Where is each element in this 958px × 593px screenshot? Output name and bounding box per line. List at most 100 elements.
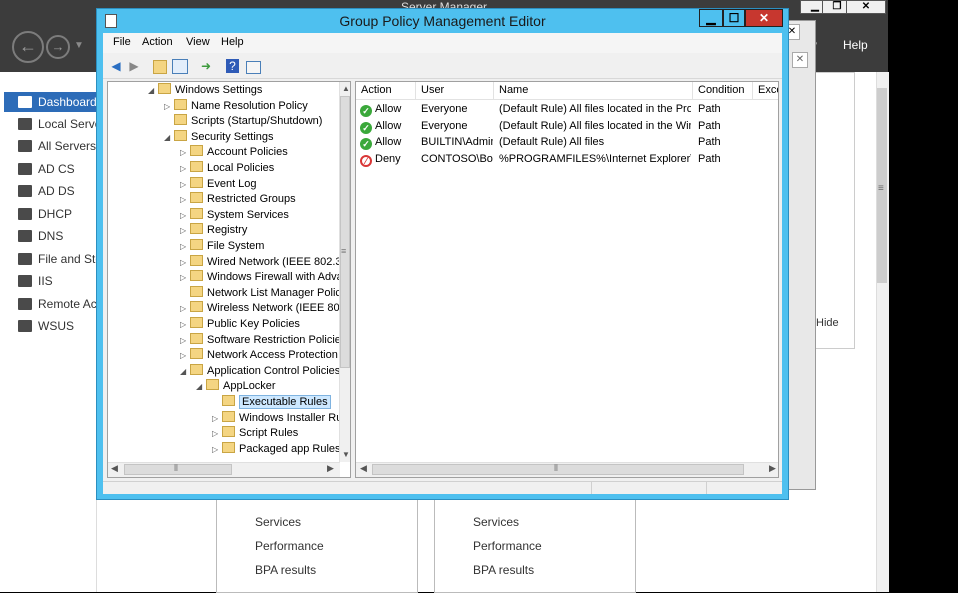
tree-node[interactable]: ▷ File System — [180, 239, 264, 255]
scroll-down-icon[interactable]: ▼ — [342, 450, 350, 459]
nav-item-local-server[interactable]: Local Server — [4, 114, 98, 134]
maximize-button[interactable]: ☐ — [723, 9, 745, 27]
menu-help[interactable]: Help — [843, 38, 868, 52]
nav-item-dhcp[interactable]: DHCP — [4, 204, 98, 224]
tree-node[interactable]: ▷ Packaged app Rules — [212, 441, 341, 458]
tile-services[interactable]: Services — [473, 515, 519, 529]
collapsed-arrow-icon[interactable]: ▷ — [180, 333, 190, 348]
nav-item-ad-cs[interactable]: AD CS — [4, 159, 98, 179]
menu-file[interactable]: File — [113, 36, 131, 48]
collapsed-arrow-icon[interactable]: ▷ — [212, 411, 222, 426]
table-row[interactable]: ⁄ Deny CONTOSO\Bob %PROGRAMFILES%\Internet … — [356, 151, 778, 167]
help-icon[interactable]: ? — [226, 59, 239, 73]
console-tree[interactable]: ◢ Windows Settings ▷ Name Resolution Policy… — [107, 81, 351, 478]
tree-node[interactable]: Executable Rules — [212, 395, 331, 411]
scroll-right-icon[interactable]: ▶ — [769, 463, 776, 474]
collapsed-arrow-icon[interactable]: ▷ — [180, 192, 190, 207]
menu-action[interactable]: Action — [142, 36, 173, 48]
scrollbar-thumb[interactable] — [124, 464, 232, 475]
tree-node[interactable]: ◢ Windows Settings — [148, 83, 262, 99]
tile-performance[interactable]: Performance — [473, 539, 542, 553]
column-header-condition[interactable]: Condition — [693, 82, 753, 100]
tree-node[interactable]: ◢ Application Control Policies — [180, 363, 340, 380]
chevron-down-icon[interactable]: ▼ — [74, 40, 84, 51]
scroll-up-icon[interactable]: ▲ — [342, 84, 350, 93]
expanded-arrow-icon[interactable]: ◢ — [180, 364, 190, 379]
collapsed-arrow-icon[interactable]: ▷ — [180, 208, 190, 223]
nav-item-remote-access[interactable]: Remote Access — [4, 294, 98, 314]
table-row[interactable]: ✓Allow BUILTIN\Administrators (Default Rul… — [356, 134, 778, 150]
table-row[interactable]: ✓ Allow Everyone (Default Rule) All files l… — [356, 118, 778, 134]
collapsed-arrow-icon[interactable]: ▷ — [180, 270, 190, 285]
tree-node[interactable]: ▷ Network Access Protection — [180, 348, 338, 364]
tree-node[interactable]: ▷ Event Log — [180, 176, 257, 193]
tree-node[interactable]: Scripts (Startup/Shutdown) — [164, 114, 322, 130]
collapsed-arrow-icon[interactable]: ▷ — [180, 239, 190, 254]
tree-node[interactable]: ▷ Software Restriction Policies — [180, 332, 346, 349]
tree-node[interactable]: ◢ Security Settings — [164, 129, 274, 146]
minimize-button[interactable]: ▁ — [699, 9, 723, 27]
tree-node[interactable]: ▷ Windows Installer Rules — [212, 410, 350, 427]
column-header-exceptions[interactable]: Exceptions — [753, 82, 778, 100]
up-folder-icon[interactable] — [153, 60, 167, 74]
expanded-arrow-icon[interactable]: ◢ — [164, 130, 174, 145]
tile-bpa-results[interactable]: BPA results — [473, 563, 534, 577]
close-icon[interactable]: ✕ — [792, 52, 808, 68]
nav-item-iis[interactable]: IIS — [4, 271, 98, 291]
nav-item-wsus[interactable]: WSUS — [4, 316, 98, 336]
collapsed-arrow-icon[interactable]: ▷ — [180, 255, 190, 270]
rules-list[interactable]: Action User Name Condition Exceptions ✓A… — [355, 81, 779, 478]
scrollbar-thumb[interactable] — [340, 96, 350, 368]
forward-arrow-icon[interactable]: → — [46, 35, 70, 59]
back-arrow-icon[interactable]: ← — [12, 31, 44, 63]
tree-node[interactable]: ◢ AppLocker — [196, 379, 276, 395]
tree-node[interactable]: ▷ Local Policies — [180, 161, 274, 177]
scroll-right-icon[interactable]: ▶ — [327, 463, 334, 474]
nav-item-dashboard[interactable]: Dashboard — [4, 92, 98, 112]
menu-help[interactable]: Help — [221, 36, 244, 48]
nav-item-dns[interactable]: DNS — [4, 226, 98, 246]
show-tree-icon[interactable] — [172, 59, 188, 74]
scroll-left-icon[interactable]: ◀ — [360, 463, 367, 474]
scrollbar-thumb[interactable] — [372, 464, 744, 475]
collapsed-arrow-icon[interactable]: ▷ — [164, 99, 174, 114]
tree-node[interactable]: ▷ Name Resolution Policy — [164, 98, 308, 115]
collapsed-arrow-icon[interactable]: ▷ — [212, 442, 222, 457]
export-icon[interactable]: ➜ — [198, 58, 214, 74]
collapsed-arrow-icon[interactable]: ▷ — [180, 317, 190, 332]
tile-services[interactable]: Services — [255, 515, 301, 529]
tree-node[interactable]: ▷ Restricted Groups — [180, 192, 296, 208]
menu-view[interactable]: View — [186, 36, 210, 48]
collapsed-arrow-icon[interactable]: ▷ — [180, 145, 190, 160]
tree-node[interactable]: Network List Manager Policies — [180, 285, 350, 302]
tree-node[interactable]: ▷ Wireless Network (IEEE 802.11) — [180, 301, 350, 317]
table-row[interactable]: ✓ Allow Everyone (Default Rule) All files l… — [356, 101, 778, 117]
properties-icon[interactable] — [246, 61, 261, 74]
column-header-user[interactable]: User — [416, 82, 494, 100]
tree-node[interactable]: ▷ Windows Firewall with Advanced Security — [180, 270, 350, 286]
nav-item-ad-ds[interactable]: AD DS — [4, 181, 98, 201]
forward-icon[interactable]: ▶ — [126, 58, 142, 74]
tree-node[interactable]: ▷ Wired Network (IEEE 802.3) — [180, 254, 345, 271]
tree-node[interactable]: ▷ Registry — [180, 223, 247, 239]
nav-item-file-storage[interactable]: File and Storage Services — [4, 249, 98, 269]
tile-bpa-results[interactable]: BPA results — [255, 563, 316, 577]
back-icon[interactable]: ◀ — [108, 58, 124, 74]
close-button[interactable]: ✕ — [846, 0, 886, 14]
nav-item-all-servers[interactable]: All Servers — [4, 136, 98, 156]
collapsed-arrow-icon[interactable]: ▷ — [180, 161, 190, 176]
expanded-arrow-icon[interactable]: ◢ — [148, 83, 158, 98]
collapsed-arrow-icon[interactable]: ▷ — [180, 301, 190, 316]
tree-node[interactable]: ▷ Script Rules — [212, 426, 298, 442]
tree-node[interactable]: ▷ Account Policies — [180, 145, 288, 161]
tile-performance[interactable]: Performance — [255, 539, 324, 553]
expanded-arrow-icon[interactable]: ◢ — [196, 379, 206, 394]
close-button[interactable]: ✕ — [745, 9, 783, 27]
hide-link[interactable]: Hide — [816, 317, 839, 329]
collapsed-arrow-icon[interactable]: ▷ — [212, 426, 222, 441]
scroll-left-icon[interactable]: ◀ — [111, 463, 118, 474]
tree-node[interactable]: ▷ Public Key Policies — [180, 317, 300, 333]
collapsed-arrow-icon[interactable]: ▷ — [180, 177, 190, 192]
column-header-name[interactable]: Name — [494, 82, 693, 100]
column-header-action[interactable]: Action — [356, 82, 416, 100]
